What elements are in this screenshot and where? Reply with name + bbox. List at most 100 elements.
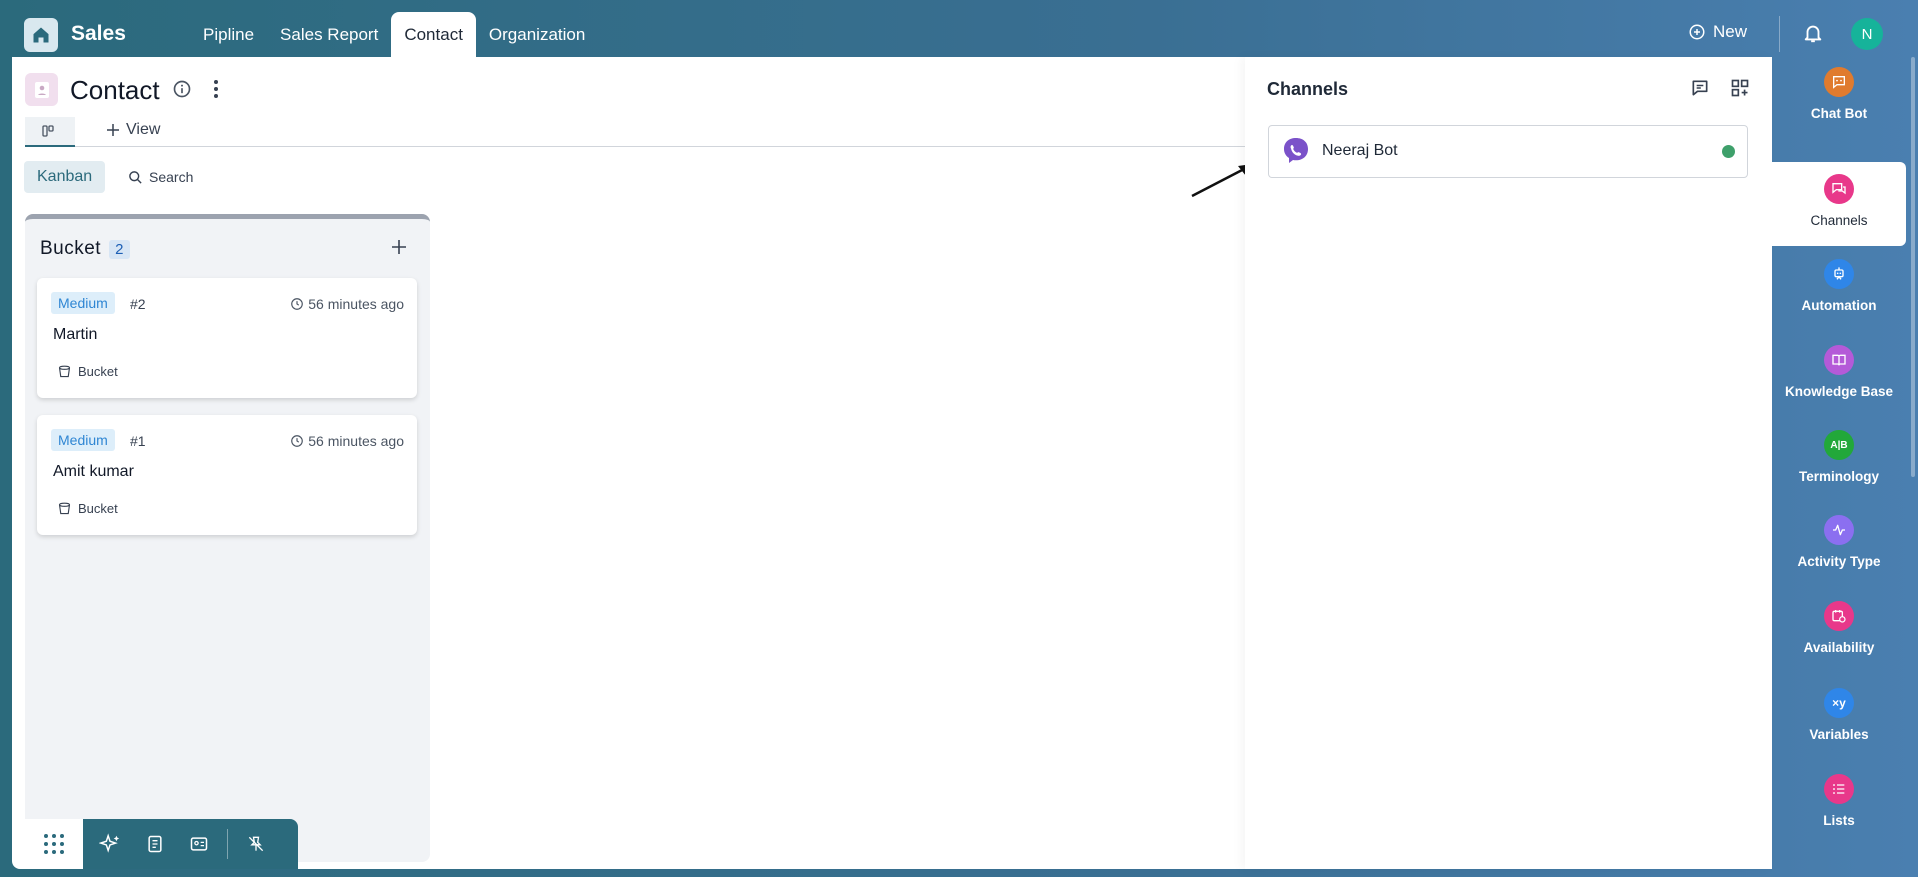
rail-label: Lists bbox=[1823, 813, 1855, 828]
bucket-icon bbox=[58, 365, 71, 378]
sparkles-icon[interactable] bbox=[99, 833, 121, 855]
rail-label: Automation bbox=[1801, 298, 1877, 313]
grid-dots-icon bbox=[44, 834, 64, 854]
rail-label: Channels bbox=[1810, 213, 1868, 228]
add-view-label: View bbox=[126, 121, 161, 138]
card-bucket-label: Bucket bbox=[78, 364, 118, 379]
channel-name: Neeraj Bot bbox=[1322, 142, 1398, 159]
automation-icon bbox=[1824, 259, 1854, 289]
home-icon bbox=[33, 27, 49, 43]
kanban-column-bucket: Bucket 2 Medium #2 56 minutes ago Martin… bbox=[25, 214, 430, 862]
card-time-label: 56 minutes ago bbox=[308, 433, 404, 449]
card-bucket: Bucket bbox=[57, 501, 118, 516]
search-label: Search bbox=[149, 169, 194, 185]
book-icon bbox=[1824, 345, 1854, 375]
more-options-icon[interactable] bbox=[212, 79, 220, 104]
rail-label: Terminology bbox=[1798, 469, 1879, 484]
card-id: #2 bbox=[130, 296, 146, 312]
channels-panel: Channels Neeraj Bot bbox=[1245, 57, 1772, 869]
card-time: 56 minutes ago bbox=[290, 296, 404, 312]
kanban-button[interactable]: Kanban bbox=[24, 161, 106, 193]
unpin-icon[interactable] bbox=[246, 834, 266, 854]
channel-status-indicator bbox=[1722, 145, 1735, 158]
card-bucket-label: Bucket bbox=[78, 501, 118, 516]
home-button[interactable] bbox=[24, 18, 58, 52]
new-button-label: New bbox=[1713, 22, 1748, 41]
column-header: Bucket 2 bbox=[40, 238, 130, 260]
rail-item-terminology[interactable]: A|B Terminology bbox=[1772, 418, 1906, 502]
add-grid-icon[interactable] bbox=[1730, 78, 1750, 103]
page-title: Contact bbox=[70, 75, 160, 105]
rail-label: Activity Type bbox=[1797, 554, 1881, 569]
view-tabs: View bbox=[25, 117, 1265, 147]
apps-grid-button[interactable] bbox=[25, 819, 83, 869]
rail-item-channels[interactable]: Channels bbox=[1772, 162, 1906, 246]
plus-icon bbox=[107, 124, 119, 136]
channel-item[interactable]: Neeraj Bot bbox=[1268, 125, 1748, 178]
rail-item-activity-type[interactable]: Activity Type bbox=[1772, 503, 1906, 587]
variables-icon: ×y bbox=[1824, 688, 1854, 718]
top-bar: Sales Pipline Sales Report Contact Organ… bbox=[0, 0, 1918, 57]
rail-label: Knowledge Base bbox=[1784, 384, 1894, 399]
plus-icon bbox=[392, 240, 406, 254]
rail-label: Variables bbox=[1809, 727, 1869, 742]
nav-tab-pipline[interactable]: Pipline bbox=[190, 12, 267, 57]
dock-tools bbox=[83, 819, 298, 869]
card-contact-name: Amit kumar bbox=[53, 463, 134, 480]
chat-bot-icon bbox=[1824, 67, 1854, 97]
message-icon[interactable] bbox=[1690, 78, 1710, 103]
rail-label: Chat Bot bbox=[1810, 106, 1868, 121]
clock-icon bbox=[291, 298, 304, 310]
add-card-button[interactable] bbox=[391, 239, 407, 260]
calendar-clock-icon bbox=[1824, 601, 1854, 631]
info-icon[interactable] bbox=[172, 79, 192, 104]
clock-icon bbox=[291, 435, 304, 447]
list-icon bbox=[1824, 774, 1854, 804]
search-icon bbox=[129, 170, 142, 184]
nav-tab-sales-report[interactable]: Sales Report bbox=[267, 12, 391, 57]
main-nav: Pipline Sales Report Contact Organizatio… bbox=[190, 12, 598, 57]
bottom-dock bbox=[25, 819, 298, 869]
rail-label: Availability bbox=[1803, 640, 1875, 655]
notifications-button[interactable] bbox=[1802, 22, 1824, 49]
rail-item-variables[interactable]: ×y Variables bbox=[1772, 676, 1906, 760]
document-icon[interactable] bbox=[145, 834, 165, 854]
priority-badge: Medium bbox=[51, 292, 115, 314]
card-contact-name: Martin bbox=[53, 326, 98, 343]
card-id: #1 bbox=[130, 433, 146, 449]
search-button[interactable]: Search bbox=[128, 169, 193, 185]
rail-item-lists[interactable]: Lists bbox=[1772, 762, 1906, 846]
kanban-view-tab[interactable] bbox=[25, 117, 75, 147]
card-bucket: Bucket bbox=[57, 364, 118, 379]
rail-item-knowledge-base[interactable]: Knowledge Base bbox=[1772, 333, 1906, 417]
new-button[interactable]: New bbox=[1688, 22, 1747, 42]
kanban-icon bbox=[42, 125, 54, 137]
card-time-label: 56 minutes ago bbox=[308, 296, 404, 312]
plus-circle-icon bbox=[1689, 24, 1705, 40]
user-avatar[interactable]: N bbox=[1851, 18, 1883, 50]
card-time: 56 minutes ago bbox=[290, 433, 404, 449]
channels-title: Channels bbox=[1267, 79, 1349, 99]
column-count-badge: 2 bbox=[109, 239, 130, 259]
rail-scrollbar[interactable] bbox=[1911, 57, 1915, 477]
dock-divider bbox=[227, 829, 228, 859]
channels-icon bbox=[1824, 174, 1854, 204]
rail-item-automation[interactable]: Automation bbox=[1772, 247, 1906, 331]
rail-item-chat-bot[interactable]: Chat Bot bbox=[1772, 55, 1906, 139]
viber-icon bbox=[1281, 136, 1311, 171]
header-divider bbox=[1779, 16, 1780, 52]
id-card-icon[interactable] bbox=[189, 834, 209, 854]
nav-tab-organization[interactable]: Organization bbox=[476, 12, 598, 57]
right-rail: Chat Bot Channels Automation Knowledge B… bbox=[1772, 57, 1918, 877]
kanban-card[interactable]: Medium #1 56 minutes ago Amit kumar Buck… bbox=[37, 415, 417, 535]
rail-item-availability[interactable]: Availability bbox=[1772, 589, 1906, 673]
ab-icon: A|B bbox=[1824, 430, 1854, 460]
activity-icon bbox=[1824, 515, 1854, 545]
add-view-button[interactable]: View bbox=[106, 121, 160, 139]
app-title: Sales bbox=[71, 22, 126, 45]
kanban-card[interactable]: Medium #2 56 minutes ago Martin Bucket bbox=[37, 278, 417, 398]
nav-tab-contact[interactable]: Contact bbox=[391, 12, 476, 57]
contact-page-icon bbox=[25, 73, 58, 106]
column-title: Bucket bbox=[40, 238, 102, 259]
bell-icon bbox=[1804, 25, 1822, 43]
